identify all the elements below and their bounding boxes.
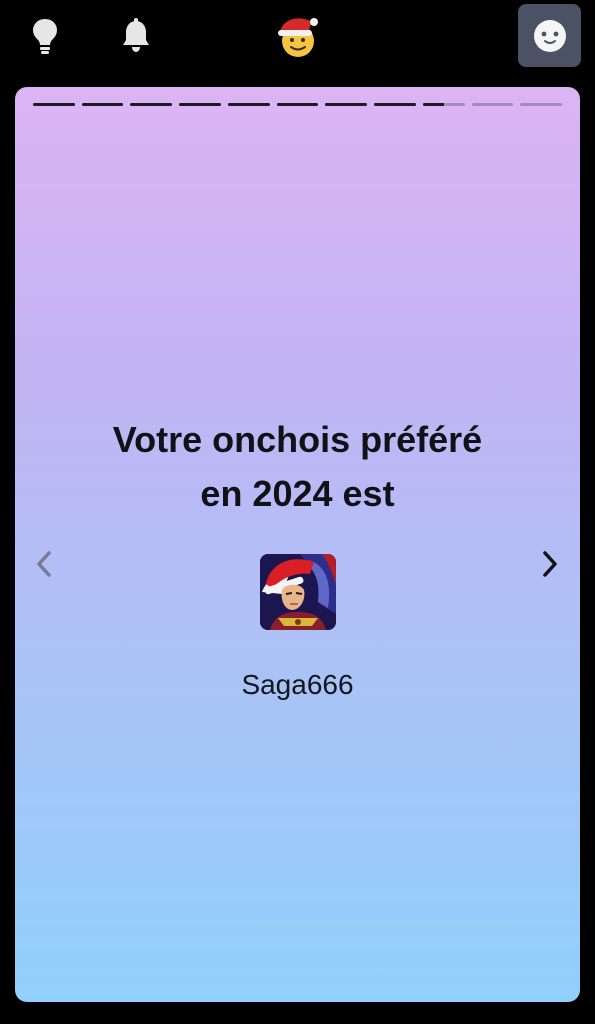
progress-segment	[33, 103, 75, 106]
progress-segment	[325, 103, 368, 106]
chevron-right-icon	[543, 551, 557, 577]
favorite-user-name: Saga666	[241, 669, 354, 700]
progress-segment	[471, 103, 514, 106]
progress-segment-fill	[325, 103, 368, 106]
lightbulb-icon[interactable]	[28, 16, 62, 56]
progress-segment	[130, 103, 173, 106]
story-progress-bar	[33, 103, 563, 107]
profile-avatar-button[interactable]	[518, 4, 581, 67]
smiley-avatar-icon	[533, 19, 566, 52]
progress-segment-fill	[81, 103, 124, 106]
headline-line-2: en 2024 est	[200, 473, 395, 514]
bell-icon[interactable]	[118, 16, 154, 56]
user-avatar-image	[260, 554, 336, 630]
chevron-left-icon	[37, 551, 51, 577]
user-avatar[interactable]	[260, 554, 336, 630]
progress-segment-fill	[33, 103, 75, 106]
previous-story-button[interactable]	[29, 549, 59, 579]
progress-segment	[276, 103, 319, 106]
progress-segment-fill	[130, 103, 173, 106]
story-card[interactable]: Votre onchois préféré en 2024 est Saga66…	[15, 87, 580, 1002]
headline-line-1: Votre onchois préféré	[112, 419, 483, 460]
progress-segment	[520, 103, 563, 106]
next-story-button[interactable]	[535, 549, 565, 579]
progress-segment	[227, 103, 270, 106]
progress-segment	[81, 103, 124, 106]
progress-segment-fill	[422, 103, 444, 106]
progress-segment-fill	[179, 103, 221, 106]
progress-segment	[374, 103, 416, 106]
progress-segment-fill	[227, 103, 270, 106]
progress-segment	[422, 103, 465, 106]
story-headline: Votre onchois préféré en 2024 est	[15, 413, 580, 521]
progress-segment-fill	[276, 103, 319, 106]
progress-segment	[179, 103, 221, 106]
santa-hat-logo-icon[interactable]	[272, 12, 322, 60]
progress-segment-fill	[374, 103, 416, 106]
top-bar	[0, 0, 595, 80]
